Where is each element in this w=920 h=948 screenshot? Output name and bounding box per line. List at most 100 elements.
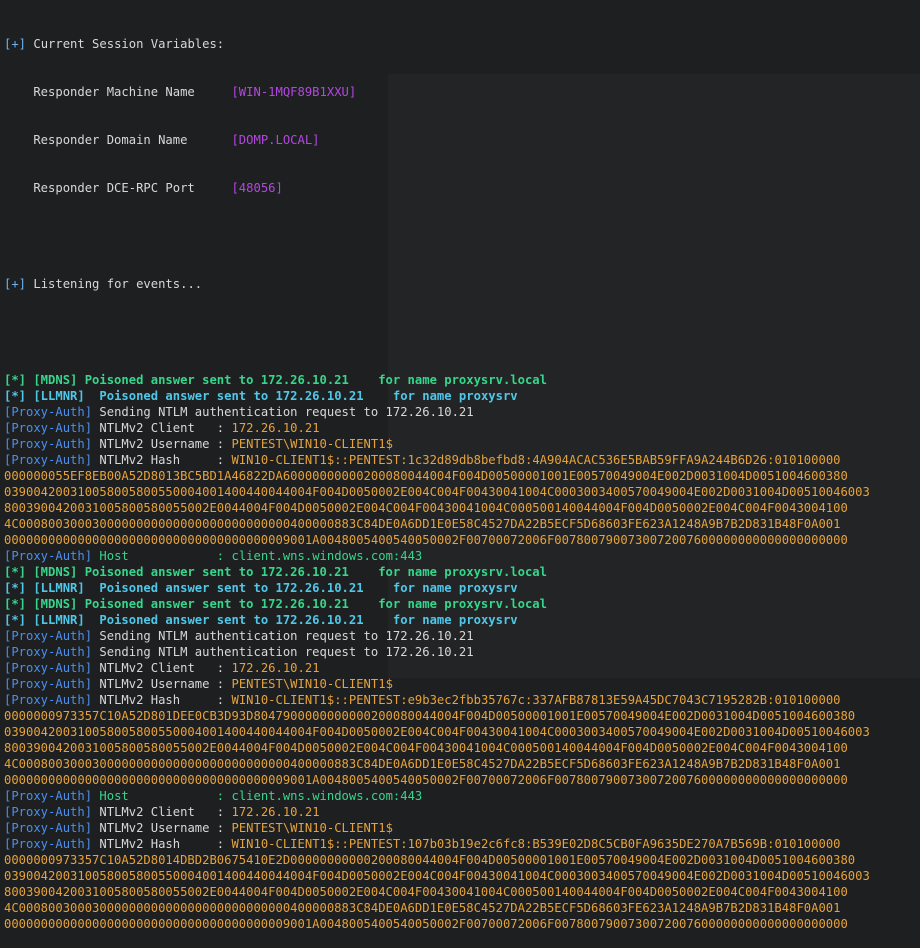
- hash-continuation: 8003900420031005800580055002E0044004F004…: [4, 501, 848, 515]
- hash-continuation: 0000000973357C10A52D801DEE0CB3D93D804790…: [4, 709, 856, 723]
- hash-continuation-line: 000000055EF8EB00A52D8013BC5BD1A46822DA60…: [4, 468, 916, 484]
- hash-continuation: 0000000000000000000000000000000000000090…: [4, 773, 848, 787]
- proxy-auth-tag: [Proxy-Auth]: [4, 549, 93, 563]
- proxy-auth-tag: [Proxy-Auth]: [4, 661, 93, 675]
- proxy-auth-request-line: [Proxy-Auth] Sending NTLM authentication…: [4, 628, 916, 644]
- proxy-auth-tag: [Proxy-Auth]: [4, 693, 93, 707]
- proxy-auth-message: Sending NTLM authentication request to 1…: [92, 405, 474, 419]
- mdns-poison-line: [*] [MDNS] Poisoned answer sent to 172.2…: [4, 564, 916, 580]
- proxy-auth-field-line: [Proxy-Auth] NTLMv2 Username : PENTEST\W…: [4, 676, 916, 692]
- hash-continuation: 8003900420031005800580055002E0044004F004…: [4, 741, 848, 755]
- proxy-auth-tag: [Proxy-Auth]: [4, 645, 93, 659]
- field-label: NTLMv2 Client :: [92, 661, 232, 675]
- proxy-auth-tag: [Proxy-Auth]: [4, 837, 93, 851]
- listening-line: [+] Listening for events...: [4, 277, 203, 291]
- proxy-auth-tag: [Proxy-Auth]: [4, 437, 93, 451]
- llmnr-tag: [*] [LLMNR]: [4, 581, 85, 595]
- field-value: PENTEST\WIN10-CLIENT1$: [231, 821, 393, 835]
- proxy-auth-field-line: [Proxy-Auth] NTLMv2 Client : 172.26.10.2…: [4, 420, 916, 436]
- proxy-auth-message: Sending NTLM authentication request to 1…: [92, 645, 474, 659]
- field-value: WIN10-CLIENT1$::PENTEST:107b03b19e2c6fc8…: [231, 837, 841, 851]
- field-value: PENTEST\WIN10-CLIENT1$: [231, 677, 393, 691]
- hash-continuation-line: 0000000000000000000000000000000000000090…: [4, 772, 916, 788]
- hash-continuation: 4C00080030003000000000000000000000000004…: [4, 901, 841, 915]
- hash-continuation: 0390042003100580058005500040014004400440…: [4, 485, 870, 499]
- proxy-auth-field-line: [Proxy-Auth] NTLMv2 Hash : WIN10-CLIENT1…: [4, 692, 916, 708]
- proxy-auth-host-line: [Proxy-Auth] Host : client.wns.windows.c…: [4, 548, 916, 564]
- hash-continuation: 0000000973357C10A52D8014DBD2B0675410E2D0…: [4, 853, 856, 867]
- session-vars-heading: [+] Current Session Variables:: [4, 37, 225, 51]
- proxy-auth-tag: [Proxy-Auth]: [4, 805, 93, 819]
- hash-continuation: 0390042003100580058005500040014004400440…: [4, 869, 870, 883]
- proxy-auth-tag: [Proxy-Auth]: [4, 629, 93, 643]
- field-label: NTLMv2 Client :: [92, 421, 232, 435]
- hash-continuation-line: 8003900420031005800580055002E0044004F004…: [4, 500, 916, 516]
- hash-continuation-line: 0390042003100580058005500040014004400440…: [4, 868, 916, 884]
- field-label: NTLMv2 Username :: [92, 821, 232, 835]
- mdns-message: Poisoned answer sent to 172.26.10.21 for…: [77, 373, 547, 387]
- field-label: Host :: [92, 549, 232, 563]
- hash-continuation-line: 8003900420031005800580055002E0044004F004…: [4, 740, 916, 756]
- hash-continuation: 8003900420031005800580055002E0044004F004…: [4, 885, 848, 899]
- field-label: NTLMv2 Client :: [92, 805, 232, 819]
- hash-continuation: 000000055EF8EB00A52D8013BC5BD1A46822DA60…: [4, 469, 848, 483]
- field-value: 172.26.10.21: [231, 661, 320, 675]
- hash-continuation: 0390042003100580058005500040014004400440…: [4, 725, 870, 739]
- proxy-auth-tag: [Proxy-Auth]: [4, 677, 93, 691]
- proxy-auth-tag: [Proxy-Auth]: [4, 789, 93, 803]
- hash-continuation-line: 0000000973357C10A52D8014DBD2B0675410E2D0…: [4, 852, 916, 868]
- llmnr-tag: [*] [LLMNR]: [4, 613, 85, 627]
- proxy-auth-field-line: [Proxy-Auth] NTLMv2 Hash : WIN10-CLIENT1…: [4, 836, 916, 852]
- proxy-auth-request-line: [Proxy-Auth] Sending NTLM authentication…: [4, 404, 916, 420]
- field-value: WIN10-CLIENT1$::PENTEST:1c32d89db8befbd8…: [231, 453, 841, 467]
- field-label: NTLMv2 Hash :: [92, 453, 232, 467]
- hash-continuation: 0000000000000000000000000000000000000090…: [4, 917, 848, 931]
- proxy-auth-tag: [Proxy-Auth]: [4, 405, 93, 419]
- hash-continuation-line: 0000000000000000000000000000000000000090…: [4, 532, 916, 548]
- mdns-poison-line: [*] [MDNS] Poisoned answer sent to 172.2…: [4, 596, 916, 612]
- field-value: WIN10-CLIENT1$::PENTEST:e9b3ec2fbb35767c…: [231, 693, 841, 707]
- hash-continuation-line: 0000000973357C10A52D801DEE0CB3D93D804790…: [4, 708, 916, 724]
- field-label: NTLMv2 Hash :: [92, 837, 232, 851]
- field-value: 172.26.10.21: [231, 421, 320, 435]
- event-log: [*] [MDNS] Poisoned answer sent to 172.2…: [4, 372, 916, 932]
- hash-continuation-line: 0390042003100580058005500040014004400440…: [4, 484, 916, 500]
- mdns-message: Poisoned answer sent to 172.26.10.21 for…: [77, 597, 547, 611]
- llmnr-poison-line: [*] [LLMNR] Poisoned answer sent to 172.…: [4, 580, 916, 596]
- llmnr-message: Poisoned answer sent to 172.26.10.21 for…: [84, 613, 518, 627]
- proxy-auth-field-line: [Proxy-Auth] NTLMv2 Username : PENTEST\W…: [4, 820, 916, 836]
- hash-continuation: 4C00080030003000000000000000000000000004…: [4, 757, 841, 771]
- session-var-row: Responder DCE-RPC Port [48056]: [4, 181, 283, 195]
- host-value: client.wns.windows.com:443: [231, 789, 423, 803]
- llmnr-poison-line: [*] [LLMNR] Poisoned answer sent to 172.…: [4, 388, 916, 404]
- field-label: NTLMv2 Username :: [92, 437, 232, 451]
- hash-continuation-line: 8003900420031005800580055002E0044004F004…: [4, 884, 916, 900]
- hash-continuation-line: 4C00080030003000000000000000000000000004…: [4, 516, 916, 532]
- session-var-row: Responder Domain Name [DOMP.LOCAL]: [4, 133, 320, 147]
- llmnr-message: Poisoned answer sent to 172.26.10.21 for…: [84, 389, 518, 403]
- hash-continuation-line: 0000000000000000000000000000000000000090…: [4, 916, 916, 932]
- proxy-auth-field-line: [Proxy-Auth] NTLMv2 Username : PENTEST\W…: [4, 436, 916, 452]
- llmnr-poison-line: [*] [LLMNR] Poisoned answer sent to 172.…: [4, 612, 916, 628]
- mdns-tag: [*] [MDNS]: [4, 597, 78, 611]
- proxy-auth-field-line: [Proxy-Auth] NTLMv2 Client : 172.26.10.2…: [4, 804, 916, 820]
- hash-continuation: 0000000000000000000000000000000000000090…: [4, 533, 848, 547]
- field-label: NTLMv2 Username :: [92, 677, 232, 691]
- session-var-row: Responder Machine Name [WIN-1MQF89B1XXU]: [4, 85, 357, 99]
- proxy-auth-field-line: [Proxy-Auth] NTLMv2 Client : 172.26.10.2…: [4, 660, 916, 676]
- field-label: Host :: [92, 789, 232, 803]
- field-label: NTLMv2 Hash :: [92, 693, 232, 707]
- hash-continuation-line: 4C00080030003000000000000000000000000004…: [4, 900, 916, 916]
- hash-continuation: 4C00080030003000000000000000000000000004…: [4, 517, 841, 531]
- proxy-auth-tag: [Proxy-Auth]: [4, 821, 93, 835]
- proxy-auth-host-line: [Proxy-Auth] Host : client.wns.windows.c…: [4, 788, 916, 804]
- proxy-auth-field-line: [Proxy-Auth] NTLMv2 Hash : WIN10-CLIENT1…: [4, 452, 916, 468]
- field-value: PENTEST\WIN10-CLIENT1$: [231, 437, 393, 451]
- llmnr-tag: [*] [LLMNR]: [4, 389, 85, 403]
- hash-continuation-line: 4C00080030003000000000000000000000000004…: [4, 756, 916, 772]
- proxy-auth-tag: [Proxy-Auth]: [4, 421, 93, 435]
- mdns-tag: [*] [MDNS]: [4, 373, 78, 387]
- proxy-auth-message: Sending NTLM authentication request to 1…: [92, 629, 474, 643]
